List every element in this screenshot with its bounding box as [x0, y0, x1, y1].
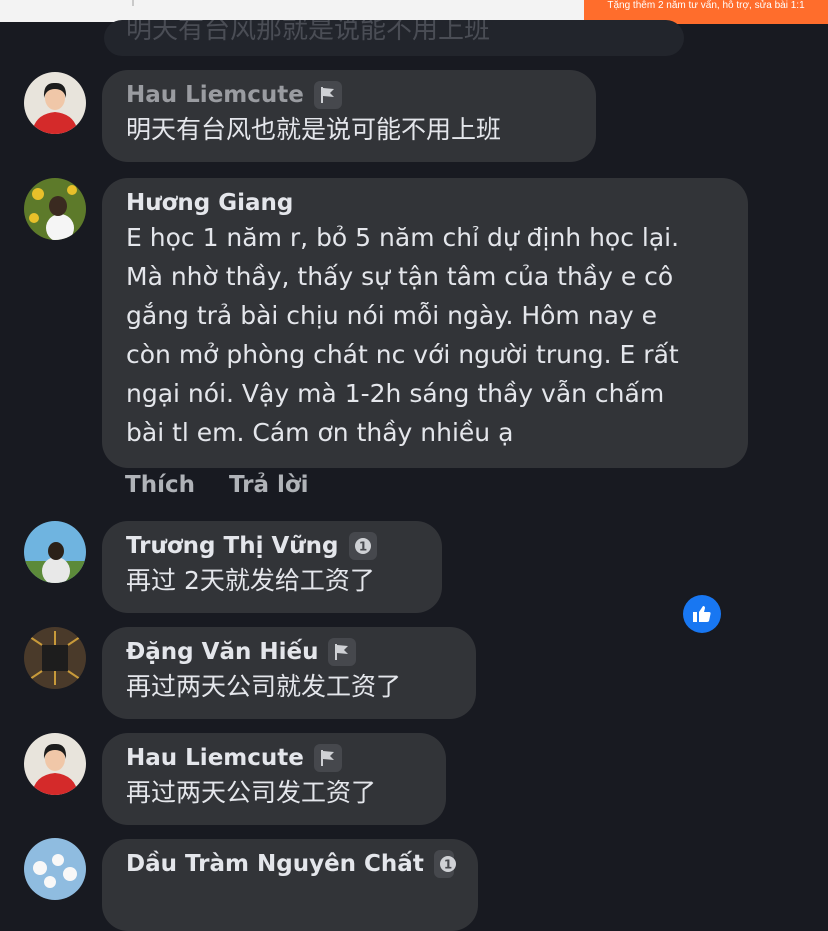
comment-bubble: Trương Thị Vững 1 再过 2天就发给工资了 [102, 521, 442, 613]
comment-text-line: còn mở phòng chát nc với người trung. E … [126, 340, 679, 369]
thumbs-up-icon [693, 606, 711, 622]
comment-author[interactable]: Hương Giang [126, 188, 724, 218]
comment-text: 再过两天公司发工资了 [126, 778, 377, 807]
like-reaction[interactable] [683, 595, 721, 633]
avatar-image [24, 838, 86, 900]
comment-text-line: ngại nói. Vậy mà 1-2h sáng thầy vẫn chấm [126, 379, 665, 408]
top-fan-1-icon: 1 [433, 850, 456, 878]
partial-comment-bubble: 明天有台风那就是说能不用上班 [104, 20, 684, 56]
flag-icon [313, 744, 342, 772]
avatar-image [24, 178, 86, 240]
flag-icon [328, 638, 357, 666]
avatar[interactable] [24, 627, 86, 689]
comment-bubble: Hau Liemcute 再过两天公司发工资了 [102, 733, 446, 825]
avatar-image [24, 72, 86, 134]
comment-actions: Thích Trả lời [125, 472, 309, 498]
svg-text:1: 1 [358, 540, 366, 554]
top-fan-1-icon: 1 [348, 532, 377, 560]
comment-author[interactable]: Đặng Văn Hiếu [126, 637, 452, 667]
comment-bubble: Đặng Văn Hiếu 再过两天公司就发工资了 [102, 627, 476, 719]
reply-link[interactable]: Trả lời [229, 472, 309, 498]
comment-author[interactable]: Hau Liemcute [126, 743, 422, 773]
avatar[interactable] [24, 733, 86, 795]
comment-text-line: bài tl em. Cám ơn thầy nhiều ạ [126, 418, 514, 447]
comment-author[interactable]: Trương Thị Vững 1 [126, 531, 418, 561]
comment-author[interactable]: Hau Liemcute [126, 80, 572, 110]
comment-text: 明天有台风也就是说可能不用上班 [126, 115, 502, 144]
comment-text: 再过 2天就发给工资了 [126, 566, 375, 595]
divider [132, 0, 134, 6]
svg-text:1: 1 [444, 858, 452, 872]
like-link[interactable]: Thích [125, 472, 195, 498]
avatar[interactable] [24, 72, 86, 134]
avatar[interactable] [24, 178, 86, 240]
comment-bubble: Hau Liemcute 明天有台风也就是说可能不用上班 [102, 70, 596, 162]
promo-text: Tặng thêm 2 năm tư vấn, hỗ trợ, sửa bài … [607, 0, 805, 11]
comment-bubble: Hương Giang E học 1 năm r, bỏ 5 năm chỉ … [102, 178, 748, 468]
comment-text-line: gắng trả bài chịu nói mỗi ngày. Hôm nay … [126, 301, 658, 330]
avatar-image [24, 627, 86, 689]
comment-text-line: Mà nhờ thầy, thấy sự tận tâm của thầy e … [126, 262, 674, 291]
partial-comment-text: 明天有台风那就是说能不用上班 [126, 20, 491, 45]
comment-author[interactable]: Dầu Tràm Nguyên Chất 1 [126, 849, 456, 879]
flag-icon [313, 81, 342, 109]
comment-text-line: E học 1 năm r, bỏ 5 năm chỉ dự định học … [126, 223, 680, 252]
comment-bubble: Dầu Tràm Nguyên Chất 1 [102, 839, 478, 931]
avatar-image [24, 521, 86, 583]
avatar-image [24, 733, 86, 795]
avatar[interactable] [24, 838, 86, 900]
avatar[interactable] [24, 521, 86, 583]
comment-text: 再过两天公司就发工资了 [126, 672, 402, 701]
